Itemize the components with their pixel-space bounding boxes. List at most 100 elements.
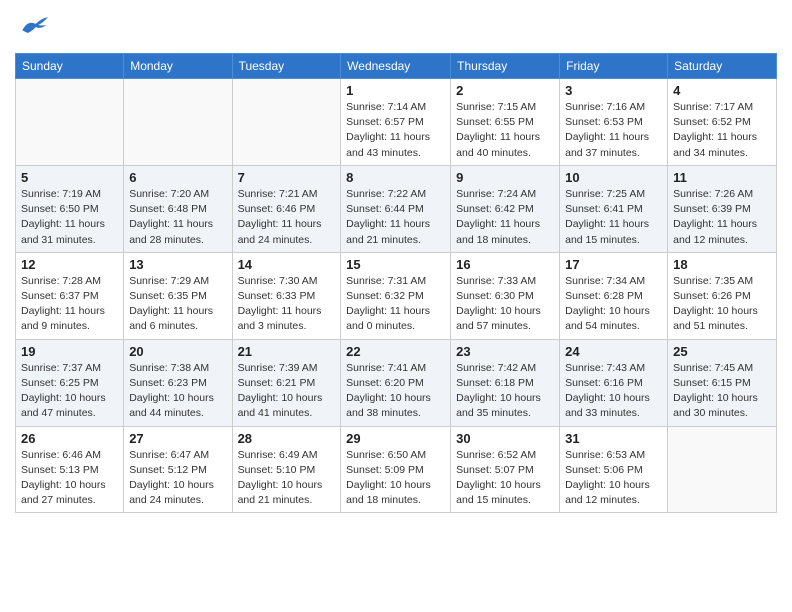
- day-number: 12: [21, 257, 118, 272]
- day-info: Sunrise: 7:41 AMSunset: 6:20 PMDaylight:…: [346, 361, 445, 422]
- calendar-day-cell: 5 Sunrise: 7:19 AMSunset: 6:50 PMDaylight…: [16, 165, 124, 252]
- day-number: 26: [21, 431, 118, 446]
- day-number: 29: [346, 431, 445, 446]
- day-number: 9: [456, 170, 554, 185]
- day-number: 5: [21, 170, 118, 185]
- calendar-day-cell: 30 Sunrise: 6:52 AMSunset: 5:07 PMDayligh…: [451, 426, 560, 513]
- day-info: Sunrise: 7:19 AMSunset: 6:50 PMDaylight:…: [21, 187, 118, 248]
- calendar-day-cell: 26 Sunrise: 6:46 AMSunset: 5:13 PMDayligh…: [16, 426, 124, 513]
- day-number: 3: [565, 83, 662, 98]
- day-info: Sunrise: 7:43 AMSunset: 6:16 PMDaylight:…: [565, 361, 662, 422]
- day-number: 8: [346, 170, 445, 185]
- calendar-day-cell: 27Sunrise: 6:47 AMSunset: 5:12 PMDayligh…: [124, 426, 232, 513]
- calendar-day-cell: 13 Sunrise: 7:29 AMSunset: 6:35 PMDayligh…: [124, 252, 232, 339]
- day-info: Sunrise: 7:38 AMSunset: 6:23 PMDaylight:…: [129, 361, 226, 422]
- calendar-day-cell: 21Sunrise: 7:39 AMSunset: 6:21 PMDayligh…: [232, 339, 341, 426]
- calendar-week-row: 5 Sunrise: 7:19 AMSunset: 6:50 PMDaylight…: [16, 165, 777, 252]
- day-info: Sunrise: 7:45 AMSunset: 6:15 PMDaylight:…: [673, 361, 771, 422]
- calendar-day-cell: [16, 79, 124, 166]
- day-number: 11: [673, 170, 771, 185]
- day-info: Sunrise: 7:37 AMSunset: 6:25 PMDaylight:…: [21, 361, 118, 422]
- calendar-day-cell: [232, 79, 341, 166]
- calendar-day-cell: 8 Sunrise: 7:22 AMSunset: 6:44 PMDaylight…: [341, 165, 451, 252]
- day-info: Sunrise: 6:53 AMSunset: 5:06 PMDaylight:…: [565, 448, 662, 509]
- day-info: Sunrise: 7:16 AMSunset: 6:53 PMDaylight:…: [565, 100, 662, 161]
- calendar-day-cell: 15 Sunrise: 7:31 AMSunset: 6:32 PMDayligh…: [341, 252, 451, 339]
- calendar-day-cell: 10 Sunrise: 7:25 AMSunset: 6:41 PMDayligh…: [560, 165, 668, 252]
- weekday-header-friday: Friday: [560, 54, 668, 79]
- weekday-header-wednesday: Wednesday: [341, 54, 451, 79]
- calendar-day-cell: 28Sunrise: 6:49 AMSunset: 5:10 PMDayligh…: [232, 426, 341, 513]
- day-info: Sunrise: 7:22 AMSunset: 6:44 PMDaylight:…: [346, 187, 445, 248]
- day-number: 24: [565, 344, 662, 359]
- day-number: 22: [346, 344, 445, 359]
- header: [15, 10, 777, 45]
- day-number: 7: [238, 170, 336, 185]
- day-info: Sunrise: 7:34 AMSunset: 6:28 PMDaylight:…: [565, 274, 662, 335]
- day-info: Sunrise: 7:35 AMSunset: 6:26 PMDaylight:…: [673, 274, 771, 335]
- day-number: 17: [565, 257, 662, 272]
- calendar-day-cell: [124, 79, 232, 166]
- weekday-header-row: SundayMondayTuesdayWednesdayThursdayFrid…: [16, 54, 777, 79]
- day-info: Sunrise: 6:47 AMSunset: 5:12 PMDaylight:…: [129, 448, 226, 509]
- calendar-day-cell: 23 Sunrise: 7:42 AMSunset: 6:18 PMDayligh…: [451, 339, 560, 426]
- weekday-header-monday: Monday: [124, 54, 232, 79]
- day-info: Sunrise: 7:33 AMSunset: 6:30 PMDaylight:…: [456, 274, 554, 335]
- day-number: 21: [238, 344, 336, 359]
- weekday-header-sunday: Sunday: [16, 54, 124, 79]
- calendar-week-row: 12 Sunrise: 7:28 AMSunset: 6:37 PMDayligh…: [16, 252, 777, 339]
- calendar-day-cell: 25 Sunrise: 7:45 AMSunset: 6:15 PMDayligh…: [668, 339, 777, 426]
- calendar-day-cell: 3 Sunrise: 7:16 AMSunset: 6:53 PMDaylight…: [560, 79, 668, 166]
- calendar-day-cell: 14Sunrise: 7:30 AMSunset: 6:33 PMDayligh…: [232, 252, 341, 339]
- day-number: 13: [129, 257, 226, 272]
- weekday-header-thursday: Thursday: [451, 54, 560, 79]
- day-info: Sunrise: 7:21 AMSunset: 6:46 PMDaylight:…: [238, 187, 336, 248]
- calendar-week-row: 19Sunrise: 7:37 AMSunset: 6:25 PMDayligh…: [16, 339, 777, 426]
- day-number: 18: [673, 257, 771, 272]
- calendar-day-cell: 29 Sunrise: 6:50 AMSunset: 5:09 PMDayligh…: [341, 426, 451, 513]
- calendar-day-cell: 1Sunrise: 7:14 AMSunset: 6:57 PMDaylight…: [341, 79, 451, 166]
- day-info: Sunrise: 6:46 AMSunset: 5:13 PMDaylight:…: [21, 448, 118, 509]
- calendar-day-cell: 9 Sunrise: 7:24 AMSunset: 6:42 PMDaylight…: [451, 165, 560, 252]
- calendar-table: SundayMondayTuesdayWednesdayThursdayFrid…: [15, 53, 777, 513]
- day-number: 4: [673, 83, 771, 98]
- day-number: 2: [456, 83, 554, 98]
- day-info: Sunrise: 7:20 AMSunset: 6:48 PMDaylight:…: [129, 187, 226, 248]
- calendar-day-cell: 11 Sunrise: 7:26 AMSunset: 6:39 PMDayligh…: [668, 165, 777, 252]
- day-number: 15: [346, 257, 445, 272]
- calendar-week-row: 1Sunrise: 7:14 AMSunset: 6:57 PMDaylight…: [16, 79, 777, 166]
- day-info: Sunrise: 7:29 AMSunset: 6:35 PMDaylight:…: [129, 274, 226, 335]
- calendar-day-cell: 6 Sunrise: 7:20 AMSunset: 6:48 PMDaylight…: [124, 165, 232, 252]
- day-number: 16: [456, 257, 554, 272]
- day-number: 23: [456, 344, 554, 359]
- day-info: Sunrise: 7:31 AMSunset: 6:32 PMDaylight:…: [346, 274, 445, 335]
- day-info: Sunrise: 6:52 AMSunset: 5:07 PMDaylight:…: [456, 448, 554, 509]
- logo: [15, 10, 49, 45]
- day-info: Sunrise: 7:24 AMSunset: 6:42 PMDaylight:…: [456, 187, 554, 248]
- calendar-day-cell: 7 Sunrise: 7:21 AMSunset: 6:46 PMDaylight…: [232, 165, 341, 252]
- calendar-day-cell: [668, 426, 777, 513]
- calendar-day-cell: 18 Sunrise: 7:35 AMSunset: 6:26 PMDayligh…: [668, 252, 777, 339]
- day-info: Sunrise: 7:42 AMSunset: 6:18 PMDaylight:…: [456, 361, 554, 422]
- weekday-header-tuesday: Tuesday: [232, 54, 341, 79]
- day-number: 31: [565, 431, 662, 446]
- day-info: Sunrise: 7:25 AMSunset: 6:41 PMDaylight:…: [565, 187, 662, 248]
- calendar-day-cell: 19Sunrise: 7:37 AMSunset: 6:25 PMDayligh…: [16, 339, 124, 426]
- day-number: 28: [238, 431, 336, 446]
- calendar-day-cell: 24 Sunrise: 7:43 AMSunset: 6:16 PMDayligh…: [560, 339, 668, 426]
- day-number: 25: [673, 344, 771, 359]
- calendar-week-row: 26 Sunrise: 6:46 AMSunset: 5:13 PMDayligh…: [16, 426, 777, 513]
- calendar-day-cell: 16 Sunrise: 7:33 AMSunset: 6:30 PMDayligh…: [451, 252, 560, 339]
- day-info: Sunrise: 7:17 AMSunset: 6:52 PMDaylight:…: [673, 100, 771, 161]
- day-number: 6: [129, 170, 226, 185]
- calendar-day-cell: 2Sunrise: 7:15 AMSunset: 6:55 PMDaylight…: [451, 79, 560, 166]
- day-number: 30: [456, 431, 554, 446]
- day-number: 20: [129, 344, 226, 359]
- day-info: Sunrise: 7:26 AMSunset: 6:39 PMDaylight:…: [673, 187, 771, 248]
- day-number: 10: [565, 170, 662, 185]
- weekday-header-saturday: Saturday: [668, 54, 777, 79]
- calendar-day-cell: 12 Sunrise: 7:28 AMSunset: 6:37 PMDayligh…: [16, 252, 124, 339]
- day-number: 14: [238, 257, 336, 272]
- day-info: Sunrise: 7:28 AMSunset: 6:37 PMDaylight:…: [21, 274, 118, 335]
- day-info: Sunrise: 6:50 AMSunset: 5:09 PMDaylight:…: [346, 448, 445, 509]
